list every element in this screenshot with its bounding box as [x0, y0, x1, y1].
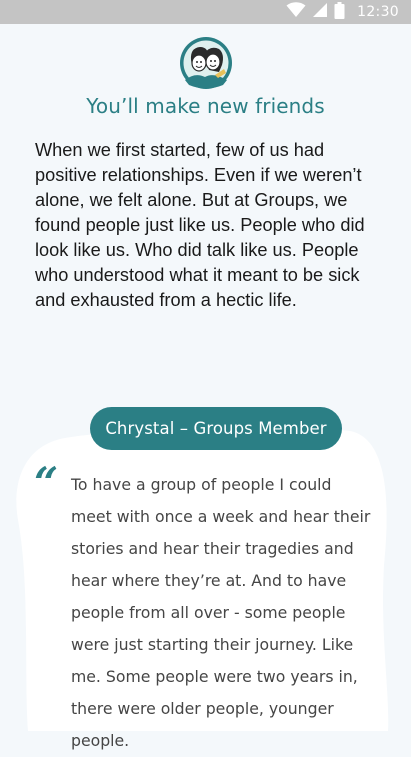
signal-icon — [312, 2, 328, 22]
friends-illustration-icon — [179, 36, 233, 90]
status-time: 12:30 — [357, 4, 399, 20]
testimonial-quote: To have a group of people I could meet w… — [71, 475, 371, 750]
member-name-badge: Chrystal – Groups Member — [90, 407, 342, 450]
battery-icon — [334, 1, 345, 23]
status-bar: 12:30 — [0, 0, 411, 24]
status-icons: 12:30 — [286, 0, 399, 24]
section-heading: You’ll make new friends — [86, 94, 325, 118]
quote-mark-icon: “ — [34, 458, 59, 507]
section-body-text: When we first started, few of us had pos… — [35, 140, 365, 310]
wifi-icon — [286, 2, 306, 22]
